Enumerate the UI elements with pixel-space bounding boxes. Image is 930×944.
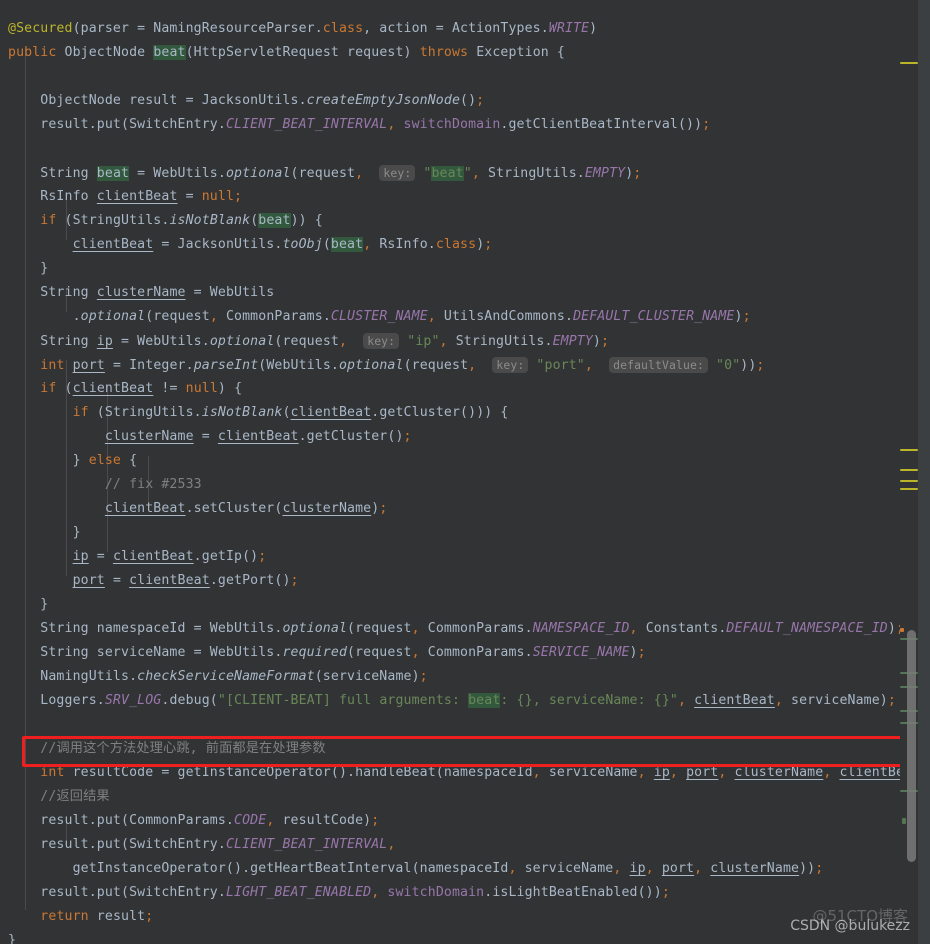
code-line: Loggers.SRV_LOG.debug("[CLIENT-BEAT] ful…	[8, 693, 896, 709]
code-line: return result;	[40, 909, 154, 925]
code-line: clientBeat.setCluster(clusterName);	[104, 501, 388, 517]
warning-marker[interactable]	[900, 480, 918, 482]
analysis-marker-gutter[interactable]	[900, 0, 918, 944]
code-line: }	[8, 933, 17, 944]
warning-marker[interactable]	[900, 469, 918, 471]
warning-marker[interactable]	[900, 62, 918, 64]
code-line: .optional(request, CommonParams.CLUSTER_…	[8, 309, 751, 325]
code-line: clientBeat = JacksonUtils.toObj(beat, Rs…	[72, 237, 493, 253]
code-line: getInstanceOperator().getHeartBeatInterv…	[8, 861, 824, 877]
code-content[interactable]: @Secured(parser = NamingResourceParser.c…	[0, 13, 930, 944]
code-line: if (clientBeat != null) {	[40, 381, 243, 397]
code-line: result.put(SwitchEntry.LIGHT_BEAT_ENABLE…	[8, 885, 670, 901]
code-line: String ip = WebUtils.optional(request, k…	[8, 333, 610, 350]
inlay-hint-key: key:	[363, 333, 400, 350]
code-line: if (StringUtils.isNotBlank(clientBeat.ge…	[72, 405, 509, 421]
code-line: result.put(CommonParams.CODE, resultCode…	[8, 813, 380, 829]
code-line: clusterName = clientBeat.getCluster();	[104, 429, 412, 445]
code-line: }	[8, 597, 49, 613]
code-line: String beat = WebUtils.optional(request,…	[8, 165, 642, 182]
code-line: public ObjectNode beat(HttpServletReques…	[8, 45, 565, 61]
warning-marker[interactable]	[900, 449, 918, 451]
code-line: @Secured(parser = NamingResourceParser.c…	[8, 21, 598, 37]
code-line: RsInfo clientBeat = null;	[8, 189, 243, 205]
code-line: String namespaceId = WebUtils.optional(r…	[8, 621, 904, 637]
code-editor[interactable]: @Secured(parser = NamingResourceParser.c…	[0, 0, 930, 944]
code-line: ObjectNode result = JacksonUtils.createE…	[8, 93, 485, 109]
inlay-hint-key: key:	[379, 165, 416, 182]
change-marker-small[interactable]	[902, 818, 906, 824]
editor-right-edge	[918, 0, 930, 944]
code-line: String clusterName = WebUtils	[8, 285, 275, 301]
warning-marker[interactable]	[900, 488, 918, 490]
code-line: //返回结果	[40, 789, 110, 805]
code-line: if (StringUtils.isNotBlank(beat)) {	[40, 213, 323, 229]
code-line: ip = clientBeat.getIp();	[72, 549, 267, 565]
code-line: String serviceName = WebUtils.required(r…	[8, 645, 646, 661]
code-line: int resultCode = getInstanceOperator().h…	[40, 765, 930, 781]
inlay-hint-default-value: defaultValue:	[609, 357, 708, 374]
code-line: result.put(SwitchEntry.CLIENT_BEAT_INTER…	[8, 837, 396, 853]
code-line: port = clientBeat.getPort();	[72, 573, 299, 589]
code-line: }	[8, 525, 81, 541]
vertical-scrollbar[interactable]	[907, 630, 916, 862]
code-line: // fix #2533	[104, 477, 202, 493]
code-line: } else {	[8, 453, 138, 469]
code-line: //调用这个方法处理心跳, 前面都是在处理参数	[40, 741, 326, 757]
code-line: NamingUtils.checkServiceNameFormat(servi…	[8, 669, 428, 685]
code-line: int port = Integer.parseInt(WebUtils.opt…	[40, 357, 765, 374]
error-marker[interactable]	[900, 628, 904, 632]
inlay-hint-key: key:	[492, 357, 529, 374]
code-line: result.put(SwitchEntry.CLIENT_BEAT_INTER…	[8, 117, 711, 133]
code-line: }	[8, 261, 49, 277]
